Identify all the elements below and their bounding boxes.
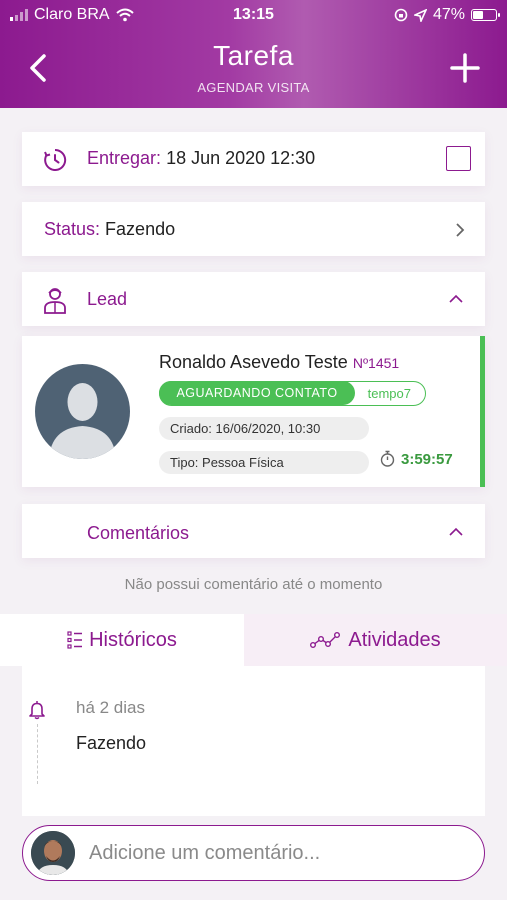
comment-bar[interactable] [22, 825, 485, 881]
battery-percent: 47% [432, 6, 465, 23]
comment-input[interactable] [89, 840, 469, 866]
chevron-up-icon [449, 294, 463, 303]
lead-avatar [35, 364, 130, 459]
location-arrow-icon [413, 8, 427, 22]
clock-icon [44, 148, 67, 171]
person-icon [44, 288, 66, 314]
chevron-up-icon [449, 527, 463, 536]
status-row[interactable]: Status: Fazendo [22, 202, 485, 256]
status-indicators: 47% [394, 6, 500, 24]
lead-timer: 3:59:57 [401, 451, 453, 468]
status-value: Fazendo [105, 219, 176, 239]
timeline-connector [37, 724, 38, 784]
status-bar: Claro BRA 13:15 47% [0, 6, 507, 26]
comments-section-header[interactable]: Comentários [22, 504, 485, 558]
lead-status-tag: tempo7 [367, 386, 411, 401]
tab-atividades-label: Atividades [348, 628, 441, 651]
lead-type-chip: Tipo: Pessoa Física [159, 451, 369, 474]
bell-icon [29, 701, 45, 720]
page-subtitle: AGENDAR VISITA [197, 80, 310, 95]
lead-section-label: Lead [87, 289, 128, 309]
status-label: Status: [44, 219, 101, 239]
deliver-value: 18 Jun 2020 12:30 [166, 148, 316, 168]
tab-historicos-label: Históricos [89, 628, 177, 651]
lead-name-line: Ronaldo Asevedo Teste Nº1451 [159, 352, 399, 373]
stopwatch-icon [380, 450, 395, 467]
deliver-label: Entregar: [87, 148, 162, 168]
timeline-event: Fazendo [76, 733, 147, 753]
user-photo-icon [31, 831, 75, 875]
history-timeline: há 2 dias Fazendo [22, 666, 485, 816]
lead-section-header[interactable]: Lead [22, 272, 485, 326]
activity-graph-icon [310, 632, 341, 648]
lead-number: Nº1451 [352, 355, 400, 371]
comments-label: Comentários [87, 523, 190, 543]
default-avatar-icon [49, 383, 116, 459]
tab-historicos[interactable]: Históricos [0, 614, 244, 666]
user-avatar [31, 831, 75, 875]
status-text: Status: Fazendo [44, 219, 175, 240]
deliver-text: Entregar: 18 Jun 2020 12:30 [87, 148, 315, 169]
timeline-time: há 2 dias [76, 698, 145, 717]
add-button[interactable] [447, 50, 483, 86]
no-comment-text: Não possui comentário até o momento [124, 576, 383, 593]
rotation-lock-icon [394, 8, 408, 22]
lead-created-chip: Criado: 16/06/2020, 10:30 [159, 417, 369, 440]
plus-icon [450, 53, 480, 83]
lead-card[interactable]: Ronaldo Asevedo Teste Nº1451 AGUARDANDO … [22, 336, 485, 487]
list-icon [67, 631, 83, 649]
lead-status-badge: AGUARDANDO CONTATO [159, 381, 355, 405]
done-checkbox[interactable] [446, 146, 471, 171]
battery-icon [471, 9, 500, 21]
tab-atividades[interactable]: Atividades [244, 614, 507, 666]
lead-status-pill: AGUARDANDO CONTATO tempo7 [159, 381, 426, 406]
battery-fill [473, 11, 484, 19]
chevron-right-icon [456, 223, 465, 237]
lead-name: Ronaldo Asevedo Teste [159, 352, 348, 372]
page-title: Tarefa [213, 40, 294, 71]
app-header: Claro BRA 13:15 47% Tarefa AGENDAR VISIT… [0, 0, 507, 108]
deliver-row[interactable]: Entregar: 18 Jun 2020 12:30 [22, 132, 485, 186]
